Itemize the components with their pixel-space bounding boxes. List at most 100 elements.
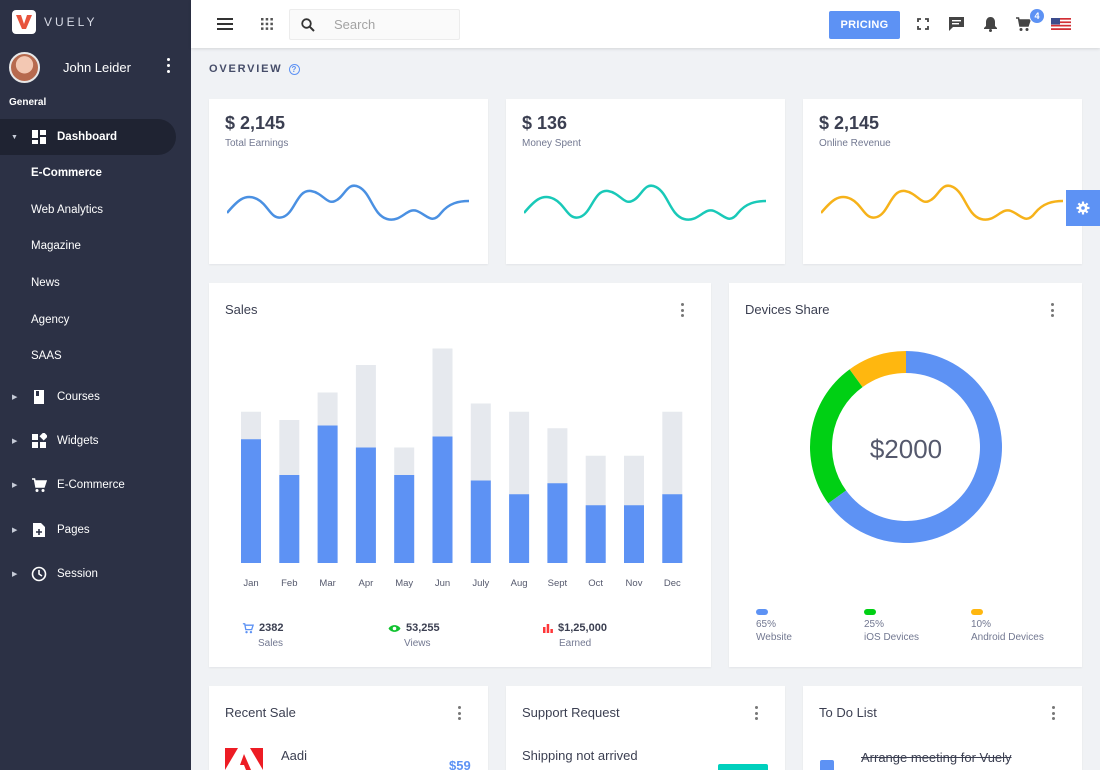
legend-percent: 65% xyxy=(756,619,777,630)
summary-label: Views xyxy=(404,638,431,649)
sidebar-subitem-web-analytics[interactable]: Web Analytics xyxy=(0,192,191,229)
sidebar-subitem-news[interactable]: News xyxy=(0,265,191,302)
todo-list-card: To Do List Arrange meeting for Vuely xyxy=(803,686,1082,770)
sidebar-subitem-ecommerce[interactable]: E-Commerce xyxy=(0,155,191,192)
bar-value xyxy=(432,436,453,563)
user-block[interactable]: John Leider xyxy=(0,44,191,90)
x-tick-label: Sept xyxy=(548,578,568,589)
sidebar-item-session[interactable]: ▶ Session xyxy=(0,552,191,596)
stat-card-online-revenue: $ 2,145 Online Revenue xyxy=(803,99,1082,264)
sidebar: VUELY John Leider General ▼ Dashboard E-… xyxy=(0,0,191,770)
sale-item-price: $59 xyxy=(449,758,471,770)
page-title: OVERVIEW xyxy=(209,63,283,75)
bar-value xyxy=(279,475,300,563)
hamburger-menu-icon[interactable] xyxy=(215,14,235,34)
widgets-icon xyxy=(32,433,47,448)
brand[interactable]: VUELY xyxy=(0,0,191,44)
card-title: Sales xyxy=(225,302,258,317)
bar-value xyxy=(470,480,491,563)
fullscreen-icon[interactable] xyxy=(913,14,933,34)
help-icon[interactable]: ? xyxy=(288,63,300,75)
caret-right-icon: ▶ xyxy=(12,482,18,490)
x-tick-label: May xyxy=(395,578,413,589)
avatar[interactable] xyxy=(9,51,40,83)
product-logo-icon xyxy=(225,748,263,770)
sidebar-subitem-agency[interactable]: Agency xyxy=(0,301,191,338)
caret-right-icon: ▶ xyxy=(12,526,18,534)
card-menu-icon[interactable] xyxy=(1048,303,1056,317)
sparkline-line xyxy=(227,184,470,221)
card-menu-icon[interactable] xyxy=(752,706,760,720)
notification-bell-icon[interactable] xyxy=(980,14,1000,34)
summary-label: Earned xyxy=(559,638,592,649)
sidebar-item-pages[interactable]: ▶ Pages xyxy=(0,507,191,551)
legend-swatch xyxy=(756,609,768,615)
card-title: To Do List xyxy=(819,705,877,720)
page-add-icon xyxy=(33,522,45,537)
x-tick-label: Mar xyxy=(319,578,335,589)
sidebar-item-dashboard[interactable]: ▼ Dashboard xyxy=(0,119,176,155)
search-input[interactable] xyxy=(334,17,444,32)
legend-percent: 25% xyxy=(864,619,885,630)
x-tick-label: Oct xyxy=(588,578,603,589)
sidebar-item-courses[interactable]: ▶ Courses xyxy=(0,375,191,419)
chat-icon[interactable] xyxy=(946,14,966,34)
sidebar-item-label: Dashboard xyxy=(57,131,118,143)
card-menu-icon[interactable] xyxy=(678,303,686,317)
search-box[interactable] xyxy=(289,9,460,40)
donut-center-value: $2000 xyxy=(870,434,942,464)
card-menu-icon[interactable] xyxy=(1049,706,1057,720)
user-menu-icon[interactable] xyxy=(164,58,172,73)
stat-value: $ 2,145 xyxy=(225,113,286,133)
stat-label: Total Earnings xyxy=(225,138,289,149)
apps-grid-icon[interactable] xyxy=(257,14,277,34)
dashboard-icon xyxy=(32,130,46,144)
overview-heading: OVERVIEW ? xyxy=(209,63,300,75)
card-title: Support Request xyxy=(522,705,620,720)
pricing-button[interactable]: PRICING xyxy=(829,11,900,39)
stat-value: $ 2,145 xyxy=(819,113,880,133)
sidebar-item-label: E-Commerce xyxy=(57,479,125,492)
stat-value: $ 136 xyxy=(522,113,568,133)
settings-button[interactable] xyxy=(1066,190,1100,226)
stat-card-total-earnings: $ 2,145 Total Earnings xyxy=(209,99,488,264)
caret-right-icon: ▶ xyxy=(12,393,18,401)
todo-item: Arrange meeting for Vuely xyxy=(861,750,1012,765)
topbar: PRICING 4 xyxy=(191,0,1100,48)
eye-icon xyxy=(388,624,401,632)
sidebar-item-label: Pages xyxy=(57,523,90,536)
us-flag-icon[interactable] xyxy=(1050,14,1072,34)
x-tick-label: Aug xyxy=(511,578,528,589)
bar-value xyxy=(394,475,415,563)
caret-right-icon: ▶ xyxy=(12,438,18,445)
user-name: John Leider xyxy=(63,59,131,75)
sales-summary-earned: $1,25,000 Earned xyxy=(543,622,607,649)
stat-label: Online Revenue xyxy=(819,138,891,149)
sales-card: Sales Jan Feb Mar Apr May Jun July Aug Sept Oct No… xyxy=(209,283,711,667)
sidebar-subitem-magazine[interactable]: Magazine xyxy=(0,228,191,265)
sales-summary-views: 53,255 Views xyxy=(388,622,440,649)
card-title: Recent Sale xyxy=(225,705,296,720)
support-request-card: Support Request Shipping not arrived xyxy=(506,686,785,770)
sidebar-item-widgets[interactable]: ▶ Widgets xyxy=(0,419,191,463)
legend-android: 10% Android Devices xyxy=(971,609,1044,644)
bar-value xyxy=(547,483,568,563)
devices-share-card: Devices Share $2000 65% Website 25% iOS … xyxy=(729,283,1082,667)
bar-value xyxy=(662,494,683,563)
sidebar-item-ecommerce[interactable]: ▶ E-Commerce xyxy=(0,463,191,507)
brand-name: VUELY xyxy=(44,15,98,29)
gear-icon xyxy=(1076,201,1090,215)
sidebar-subitem-saas[interactable]: SAAS xyxy=(0,338,191,375)
sidebar-item-label: Widgets xyxy=(57,435,99,447)
bar-value xyxy=(624,505,644,563)
legend-swatch xyxy=(971,609,983,615)
todo-checkbox[interactable] xyxy=(820,760,834,770)
sidebar-item-label: Courses xyxy=(57,390,100,403)
status-badge xyxy=(718,764,768,770)
bar-value xyxy=(317,425,338,563)
card-menu-icon[interactable] xyxy=(455,706,463,720)
support-item[interactable]: Shipping not arrived xyxy=(522,748,638,763)
legend-ios: 25% iOS Devices xyxy=(864,609,919,644)
x-tick-label: Jan xyxy=(243,578,258,589)
bar-value xyxy=(355,447,376,563)
